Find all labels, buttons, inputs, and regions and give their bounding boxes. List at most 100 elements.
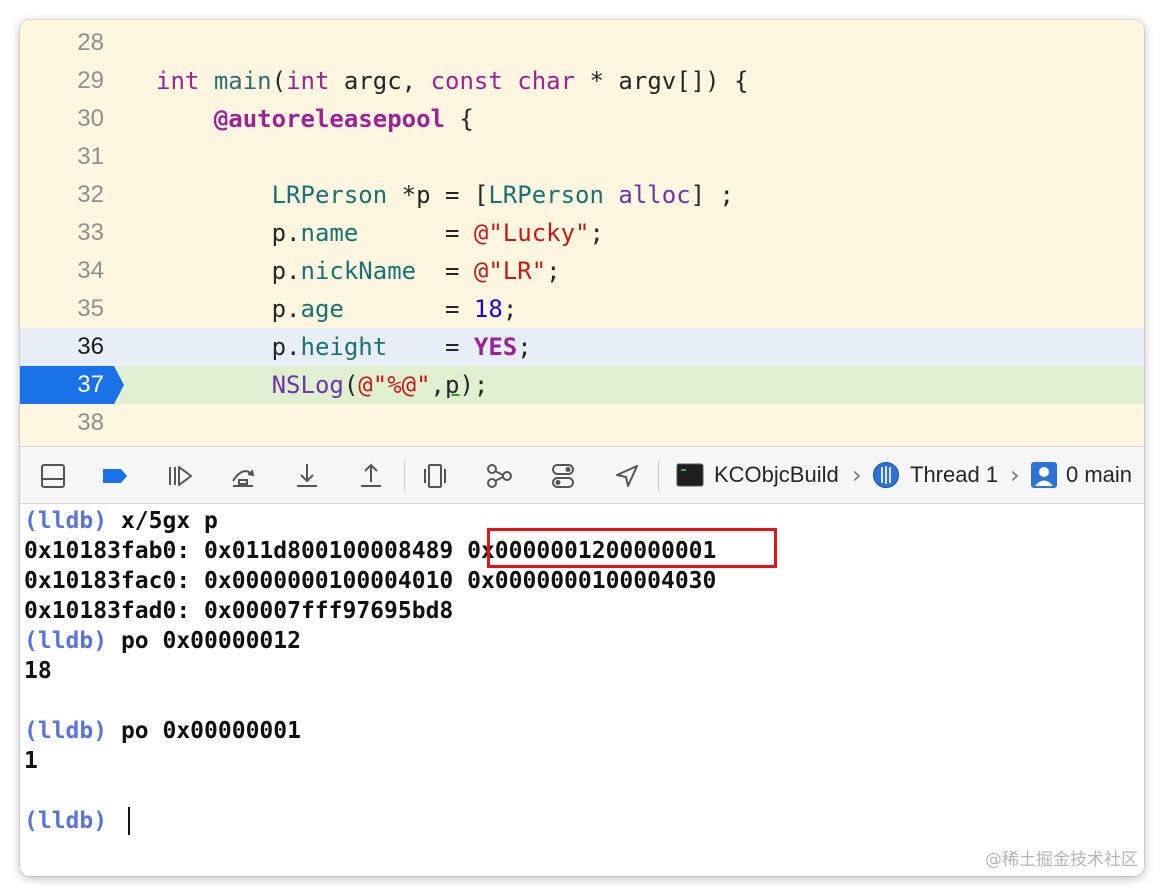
line-number[interactable]: 38 xyxy=(20,404,114,442)
code-token: age xyxy=(300,295,344,323)
code-line-29[interactable]: 29 int main(int argc, const char * argv[… xyxy=(20,62,1144,100)
toggle-console-icon[interactable] xyxy=(38,461,68,491)
code-token: YES xyxy=(473,333,518,361)
console-output: 0x10183fac0: 0x0000000100004010 0x000000… xyxy=(24,568,717,594)
code-token: nickName xyxy=(300,257,417,285)
code-token: @"Lucky" xyxy=(473,219,590,247)
code-token: @"LR" xyxy=(473,257,547,285)
line-number[interactable]: 28 xyxy=(20,24,114,62)
console-command: po 0x00000012 xyxy=(107,628,301,654)
code-token: { xyxy=(444,105,474,133)
code-line-36-current[interactable]: 36 p.height = YES; xyxy=(20,328,1144,366)
console-line: 18 xyxy=(24,656,52,686)
code-token: p. xyxy=(156,257,301,285)
code-token: @autoreleasepool xyxy=(213,105,445,133)
code-token: ( xyxy=(271,67,287,95)
watermark: @稀土掘金技术社区 xyxy=(985,850,1138,870)
debug-view-hierarchy-icon[interactable] xyxy=(420,461,450,491)
code-line-28[interactable]: 28 xyxy=(20,24,1144,62)
code-token: p. xyxy=(156,219,301,247)
code-text[interactable]: p.age = 18; xyxy=(156,290,518,328)
chevron-right-icon: › xyxy=(1010,461,1020,489)
code-token: ] ; xyxy=(690,181,734,209)
xcode-window: 28 29 int main(int argc, const char * ar… xyxy=(20,20,1144,876)
code-line-33[interactable]: 33 p.name = @"Lucky"; xyxy=(20,214,1144,252)
debug-bar: KCObjcBuild › Thread 1 › 0 main xyxy=(20,446,1144,504)
environment-overrides-icon[interactable] xyxy=(548,461,578,491)
console-command: po 0x00000001 xyxy=(107,718,301,744)
code-token: name xyxy=(300,219,359,247)
step-into-icon[interactable] xyxy=(292,461,322,491)
step-over-icon[interactable] xyxy=(228,461,258,491)
toolbar-separator xyxy=(404,461,405,491)
code-text[interactable]: LRPerson *p = [LRPerson alloc] ; xyxy=(156,176,734,214)
console-command: x/5gx p xyxy=(107,508,218,534)
code-text[interactable]: int main(int argc, const char * argv[]) … xyxy=(156,62,748,100)
line-number[interactable]: 34 xyxy=(20,252,114,290)
line-number[interactable]: 36 xyxy=(20,328,114,366)
code-token: const xyxy=(430,67,503,95)
code-token: ( xyxy=(343,371,359,399)
console-output: 18 xyxy=(24,658,52,684)
breadcrumb-frame[interactable]: 0 main xyxy=(1066,447,1132,503)
text-cursor xyxy=(128,807,130,835)
code-line-30[interactable]: 30 @autoreleasepool { xyxy=(20,100,1144,138)
lldb-prompt: (lldb) xyxy=(24,628,108,654)
code-line-37-breakpoint[interactable]: 37 NSLog(@"%@",p); xyxy=(20,366,1144,404)
code-token: 18 xyxy=(473,295,503,323)
memory-graph-icon[interactable] xyxy=(484,461,514,491)
lldb-prompt: (lldb) xyxy=(24,718,108,744)
code-text[interactable]: p.name = @"Lucky"; xyxy=(156,214,604,252)
line-number[interactable]: 30 xyxy=(20,100,114,138)
line-number[interactable]: 32 xyxy=(20,176,114,214)
code-token: char xyxy=(517,67,576,95)
line-number[interactable]: 33 xyxy=(20,214,114,252)
code-token: height xyxy=(300,333,388,361)
breakpoints-toggle-icon[interactable] xyxy=(100,461,130,491)
lldb-console[interactable]: (lldb) x/5gx p 0x10183fab0: 0x011d800100… xyxy=(20,504,1144,876)
line-number[interactable]: 35 xyxy=(20,290,114,328)
code-line-35[interactable]: 35 p.age = 18; xyxy=(20,290,1144,328)
console-line: (lldb) po 0x00000012 xyxy=(24,626,301,656)
console-line: 0x10183fad0: 0x00007fff97695bd8 xyxy=(24,596,453,626)
lldb-prompt: (lldb) xyxy=(24,808,108,834)
code-token: int xyxy=(156,67,200,95)
breakpoint-marker[interactable]: 37 xyxy=(20,366,114,404)
code-token: p xyxy=(445,371,460,399)
console-line: (lldb) xyxy=(24,806,107,836)
simulate-location-icon[interactable] xyxy=(612,461,642,491)
breakpoint-arrow-icon xyxy=(114,366,124,404)
code-text[interactable]: p.nickName = @"LR"; xyxy=(156,252,561,290)
code-line-31[interactable]: 31 xyxy=(20,138,1144,176)
console-line: 1 xyxy=(24,746,38,776)
console-line: 0x10183fac0: 0x0000000100004010 0x000000… xyxy=(24,566,716,596)
code-text[interactable]: NSLog(@"%@",p); xyxy=(156,366,489,404)
step-out-icon[interactable] xyxy=(356,461,386,491)
code-editor[interactable]: 28 29 int main(int argc, const char * ar… xyxy=(20,20,1144,446)
code-token: ; xyxy=(517,333,532,361)
console-output: 1 xyxy=(24,748,38,774)
code-text[interactable]: @autoreleasepool { xyxy=(156,100,474,138)
code-text[interactable]: p.height = YES; xyxy=(156,328,532,366)
code-token: p. xyxy=(156,333,301,361)
continue-icon[interactable] xyxy=(164,461,194,491)
code-token: , xyxy=(430,371,445,399)
breadcrumb-thread[interactable]: Thread 1 xyxy=(910,447,998,503)
breadcrumb-scheme[interactable]: KCObjcBuild xyxy=(714,447,839,503)
code-token: = xyxy=(416,257,474,285)
code-line-34[interactable]: 34 p.nickName = @"LR"; xyxy=(20,252,1144,290)
code-line-38[interactable]: 38 xyxy=(20,404,1144,442)
console-line: (lldb) po 0x00000001 xyxy=(24,716,301,746)
code-token: alloc xyxy=(618,181,691,209)
toolbar-separator xyxy=(658,461,659,491)
code-token: LRPerson xyxy=(271,181,388,209)
line-number[interactable]: 31 xyxy=(20,138,114,176)
line-number[interactable]: 29 xyxy=(20,62,114,100)
code-line-32[interactable]: 32 LRPerson *p = [LRPerson alloc] ; xyxy=(20,176,1144,214)
console-line: (lldb) x/5gx p xyxy=(24,506,218,536)
